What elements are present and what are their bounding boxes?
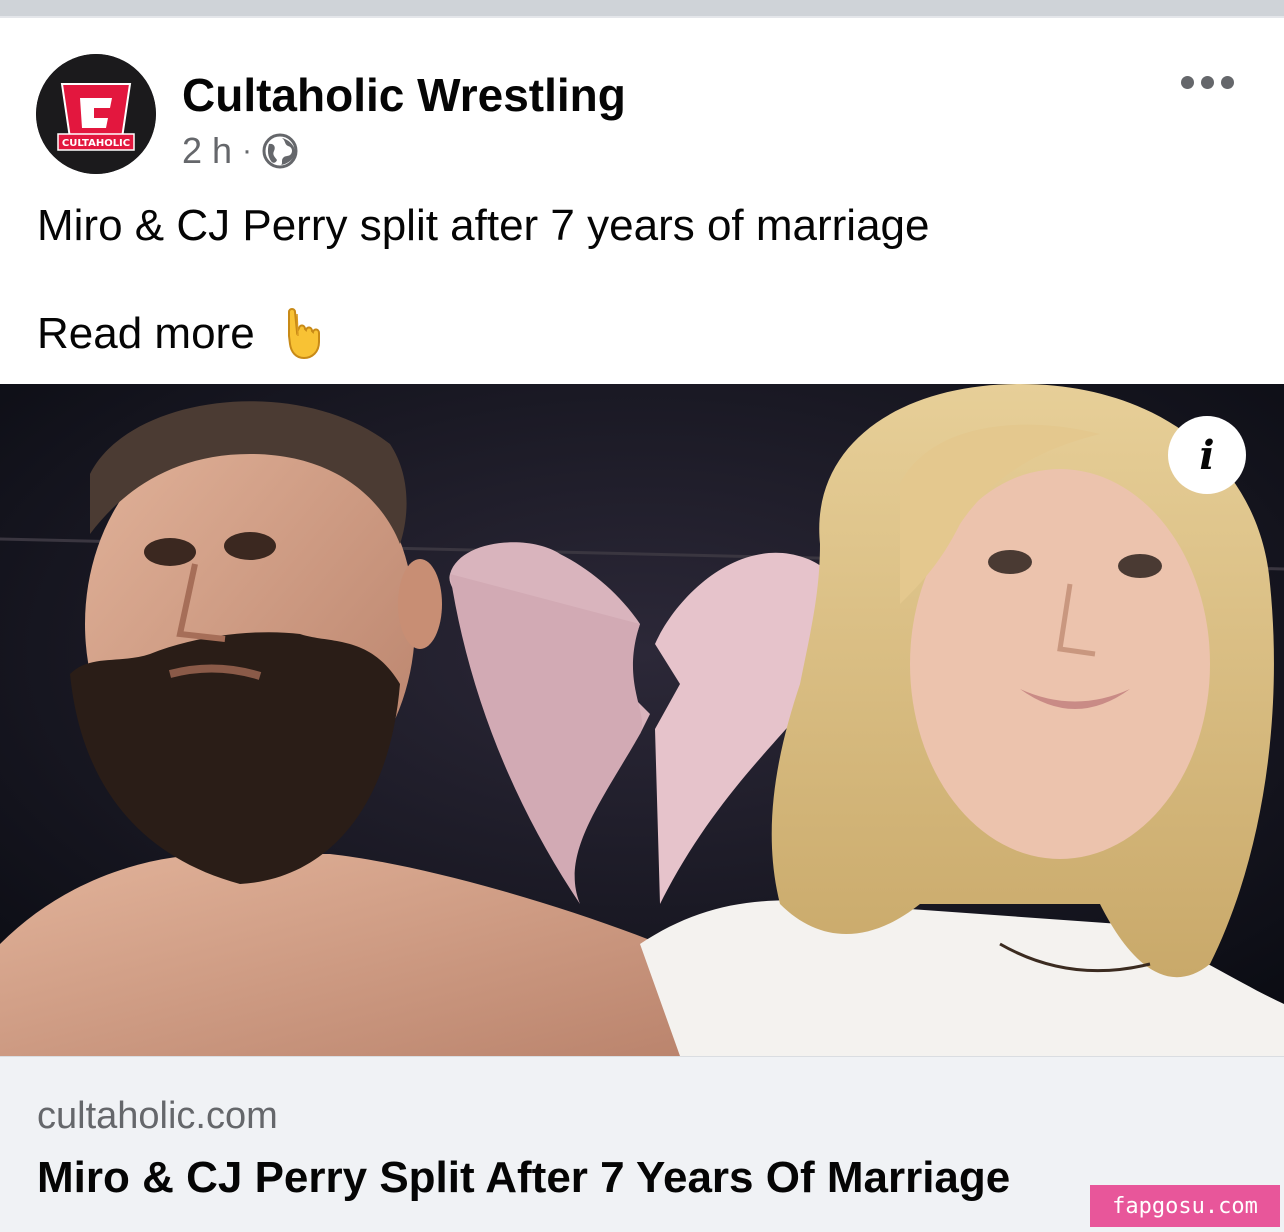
svg-text:CULTAHOLIC: CULTAHOLIC — [62, 138, 130, 149]
link-title[interactable]: Miro & CJ Perry Split After 7 Years Of M… — [37, 1153, 1010, 1203]
link-domain: cultaholic.com — [37, 1095, 278, 1137]
read-more-label: Read more — [37, 309, 255, 358]
avatar[interactable]: CULTAHOLIC — [36, 54, 156, 174]
top-strip — [0, 0, 1284, 16]
post-meta: 2 h · — [182, 130, 298, 172]
post-header: CULTAHOLIC Cultaholic Wrestling 2 h · — [36, 54, 1248, 174]
post-time[interactable]: 2 h — [182, 130, 232, 172]
post-text: Miro & CJ Perry split after 7 years of m… — [37, 201, 930, 250]
pointing-down-icon — [287, 308, 320, 360]
article-photo — [0, 384, 1284, 1056]
globe-icon[interactable] — [262, 133, 298, 169]
separator-dot: · — [242, 134, 253, 167]
link-preview-image[interactable]: i — [0, 384, 1284, 1056]
info-button[interactable]: i — [1168, 416, 1246, 494]
page-name[interactable]: Cultaholic Wrestling — [182, 68, 626, 122]
info-icon: i — [1199, 431, 1215, 479]
watermark: fapgosu.com — [1090, 1185, 1280, 1227]
divider — [0, 16, 1284, 18]
read-more: Read more — [37, 306, 323, 362]
more-dot — [1221, 76, 1234, 89]
more-dot — [1201, 76, 1214, 89]
cultaholic-logo: CULTAHOLIC — [36, 54, 156, 174]
more-options-button[interactable] — [1177, 72, 1238, 93]
more-options-icon — [1181, 76, 1194, 89]
